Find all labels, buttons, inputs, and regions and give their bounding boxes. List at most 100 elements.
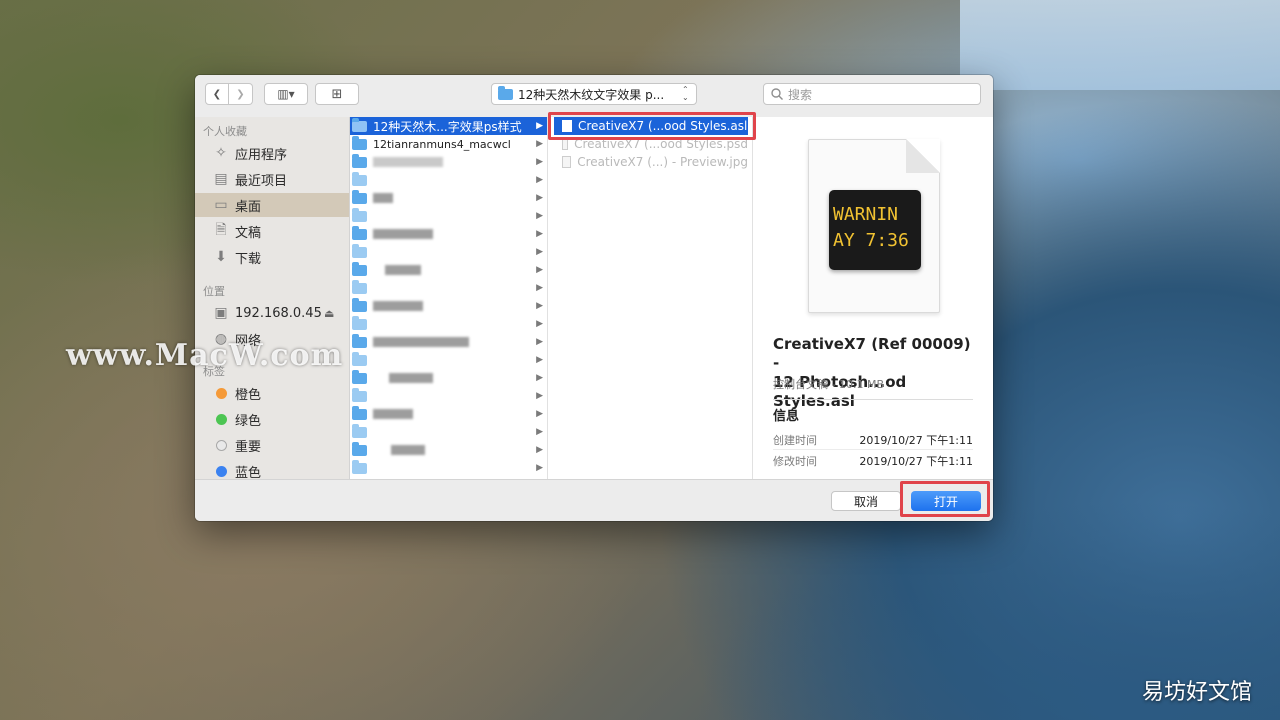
console-thumbnail: WARNIN AY 7:36: [829, 190, 921, 270]
modified-value: 2019/10/27 下午1:11: [859, 455, 973, 468]
list-item[interactable]: ▶: [350, 207, 547, 225]
disclosure-arrow-icon: ▶: [536, 193, 543, 203]
list-item[interactable]: ▶: [350, 315, 547, 333]
disclosure-arrow-icon: ▶: [536, 247, 543, 257]
sidebar-item-label: 绿色: [235, 413, 262, 429]
sidebar-item-server[interactable]: ▣ 192.168.0.45 ⏏: [195, 301, 349, 325]
sky-background: [960, 0, 1280, 90]
list-item[interactable]: ▶: [350, 279, 547, 297]
chevron-right-icon: ❯: [236, 88, 245, 100]
disclosure-arrow-icon: ▶: [536, 337, 543, 347]
view-mode-button[interactable]: ▥▾: [264, 83, 308, 105]
back-button[interactable]: ❮: [205, 83, 229, 105]
sidebar-item-recents[interactable]: ▤ 最近项目: [195, 167, 349, 191]
list-item[interactable]: ▶: [350, 387, 547, 405]
location-label: 12种天然木纹文字效果 p...: [518, 87, 665, 102]
sidebar-item-label: 192.168.0.45: [235, 305, 322, 321]
list-item[interactable]: ▶: [350, 351, 547, 369]
columns-view-icon: ▥▾: [277, 87, 295, 101]
list-item[interactable]: ▶: [350, 225, 547, 243]
disclosure-arrow-icon: ▶: [536, 229, 543, 239]
documents-icon: 🗎: [215, 222, 227, 238]
list-item[interactable]: ▶: [350, 423, 547, 441]
disclosure-arrow-icon: ▶: [536, 355, 543, 365]
corner-brand-text: 易坊好文馆: [1141, 680, 1252, 705]
folder-icon: [352, 405, 367, 420]
forward-button[interactable]: ❯: [229, 83, 253, 105]
folder-icon: [352, 153, 367, 168]
redacted-text: [373, 229, 433, 239]
list-item[interactable]: ▶: [350, 459, 547, 477]
browser-column-1: 12种天然木...字效果ps样式 ▶ 12tianranmuns4_macwcl…: [350, 117, 548, 479]
disclosure-arrow-icon: ▶: [536, 157, 543, 167]
list-item-folder[interactable]: 12tianranmuns4_macwcl ▶: [350, 135, 547, 153]
applications-icon: ✧: [215, 145, 227, 161]
watermark-text: www.MacW.com: [66, 338, 344, 373]
folder-icon: [352, 135, 367, 150]
folder-icon: [352, 207, 367, 222]
list-item-file[interactable]: CreativeX7 (...) - Preview.jpg: [554, 153, 748, 171]
list-item[interactable]: ▶: [350, 261, 547, 279]
folder-name: 12tianranmuns4_macwcl: [373, 137, 511, 151]
divider: [773, 449, 973, 450]
sidebar-item-downloads[interactable]: ⬇ 下载: [195, 245, 349, 269]
folder-icon: [352, 423, 367, 438]
folder-icon: [352, 369, 367, 384]
sidebar-item-label: 重要: [235, 439, 262, 455]
sidebar-item-tag-important[interactable]: 重要: [195, 433, 349, 457]
list-item[interactable]: ▶: [350, 405, 547, 423]
disclosure-arrow-icon: ▶: [536, 301, 543, 311]
preview-file-kind-size: 控制台文稿 - 10.1 MB: [773, 378, 884, 391]
sidebar: 个人收藏 ✧ 应用程序 ▤ 最近项目 ▭ 桌面 🗎 文稿 ⬇ 下载 位置 ▣ 1…: [195, 117, 350, 479]
sidebar-item-label: 蓝色: [235, 465, 262, 480]
disclosure-arrow-icon: ▶: [536, 463, 543, 473]
redacted-text: [385, 265, 421, 275]
redacted-text: [373, 409, 413, 419]
sidebar-item-tag-orange[interactable]: 橙色: [195, 381, 349, 405]
eject-icon[interactable]: ⏏: [324, 307, 334, 320]
list-item[interactable]: ▶: [350, 153, 547, 171]
redacted-text: [373, 157, 443, 167]
disclosure-arrow-icon: ▶: [536, 319, 543, 329]
folder-icon: [352, 333, 367, 348]
sidebar-item-tag-blue[interactable]: 蓝色: [195, 459, 349, 479]
list-item[interactable]: ▶: [350, 171, 547, 189]
open-file-dialog: ❮ ❯ ▥▾ ⊞ 12种天然木纹文字效果 p... ⌃⌄ 搜索 个人收藏 ✧ 应…: [195, 75, 993, 521]
redacted-text: [373, 337, 469, 347]
modified-label: 修改时间: [773, 455, 817, 468]
location-popup[interactable]: 12种天然木纹文字效果 p... ⌃⌄: [491, 83, 697, 105]
desktop-icon: ▭: [214, 197, 228, 213]
new-folder-button[interactable]: ⊞: [315, 83, 359, 105]
sidebar-item-documents[interactable]: 🗎 文稿: [195, 219, 349, 243]
divider: [773, 399, 973, 400]
sidebar-item-tag-green[interactable]: 绿色: [195, 407, 349, 431]
sidebar-item-desktop[interactable]: ▭ 桌面: [195, 193, 349, 217]
list-item[interactable]: ▶: [350, 333, 547, 351]
redacted-text: [389, 373, 433, 383]
search-field[interactable]: 搜索: [763, 83, 981, 105]
folder-icon: [352, 459, 367, 474]
disclosure-arrow-icon: ▶: [536, 427, 543, 437]
console-text-line: AY 7:36: [833, 230, 909, 251]
list-item[interactable]: ▶: [350, 441, 547, 459]
list-item[interactable]: ▶: [350, 189, 547, 207]
page-fold: [906, 139, 940, 173]
redacted-text: [391, 445, 425, 455]
folder-name: 12种天然木...字效果ps样式: [373, 119, 522, 134]
preview-pane: WARNIN AY 7:36 CreativeX7 (Ref 00009) - …: [753, 117, 993, 479]
recents-icon: ▤: [214, 171, 228, 187]
disclosure-arrow-icon: ▶: [536, 445, 543, 455]
sidebar-item-label: 下载: [235, 251, 262, 267]
sidebar-item-applications[interactable]: ✧ 应用程序: [195, 141, 349, 165]
folder-icon: [352, 387, 367, 402]
redacted-text: [373, 193, 393, 203]
cancel-button[interactable]: 取消: [831, 491, 901, 511]
sidebar-item-label: 橙色: [235, 387, 262, 403]
list-item[interactable]: ▶: [350, 369, 547, 387]
list-item[interactable]: ▶: [350, 243, 547, 261]
disclosure-arrow-icon: ▶: [536, 211, 543, 221]
list-item-selected-folder[interactable]: 12种天然木...字效果ps样式 ▶: [350, 117, 547, 135]
folder-icon: [352, 441, 367, 456]
created-label: 创建时间: [773, 434, 817, 447]
list-item[interactable]: ▶: [350, 297, 547, 315]
